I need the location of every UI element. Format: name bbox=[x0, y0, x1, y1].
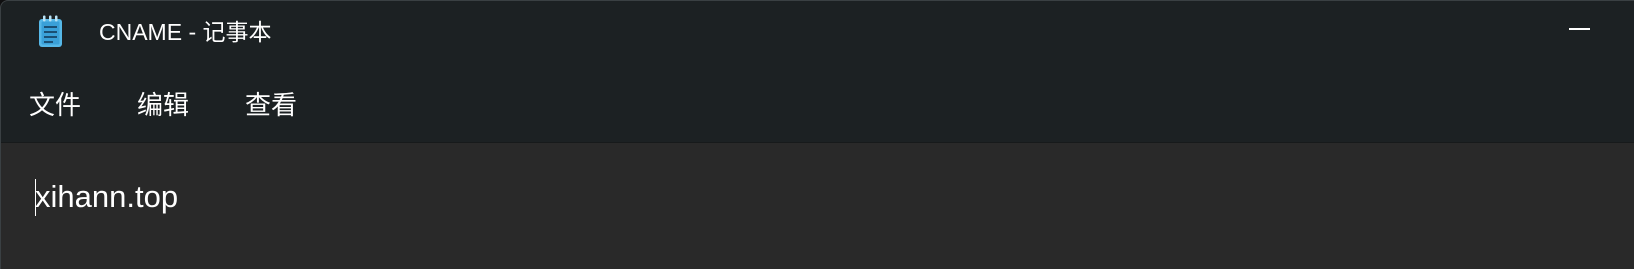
title-bar[interactable]: CNAME - 记事本 bbox=[1, 1, 1634, 63]
minimize-button[interactable] bbox=[1557, 9, 1605, 49]
notepad-window: CNAME - 记事本 文件 编辑 查看 xihann.top bbox=[0, 0, 1634, 269]
notepad-icon bbox=[39, 15, 62, 47]
menu-view[interactable]: 查看 bbox=[245, 80, 297, 132]
minimize-icon bbox=[1569, 28, 1590, 30]
text-editor[interactable]: xihann.top bbox=[1, 142, 1634, 269]
window-title: CNAME - 记事本 bbox=[99, 19, 272, 45]
menu-bar: 文件 编辑 查看 bbox=[1, 80, 1634, 132]
menu-edit[interactable]: 编辑 bbox=[137, 80, 189, 132]
text-caret bbox=[35, 179, 36, 216]
menu-file[interactable]: 文件 bbox=[29, 80, 81, 132]
editor-content[interactable]: xihann.top bbox=[35, 178, 178, 216]
